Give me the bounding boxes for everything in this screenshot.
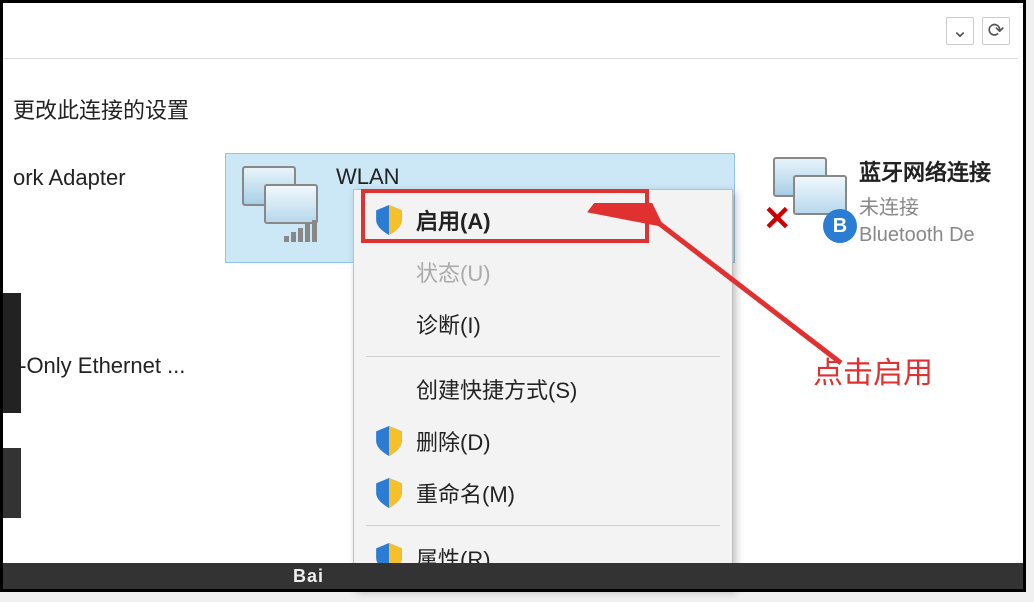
menu-item-delete[interactable]: 删除(D) <box>354 415 732 467</box>
taskbar: Bai <box>3 563 1023 589</box>
adapter-name: t-Only Ethernet ... <box>13 353 185 379</box>
page-subtitle: 更改此连接的设置 <box>13 93 189 125</box>
adapter-name: WLAN <box>336 164 400 190</box>
wifi-signal-icon <box>284 220 317 242</box>
menu-item-label: 状态(U) <box>416 256 491 288</box>
bluetooth-adapter-icon: ✕ B <box>763 155 859 245</box>
window-frame: ⌄ ⟳ 更改此连接的设置 ork Adapter t-Only Ethernet… <box>0 0 1026 592</box>
taskbar-text: Bai <box>293 566 324 587</box>
background-strip <box>3 448 21 518</box>
menu-item-label: 创建快捷方式(S) <box>416 373 577 405</box>
menu-item-diagnose[interactable]: 诊断(I) <box>354 298 732 350</box>
menu-item-label: 诊断(I) <box>416 308 481 340</box>
context-menu: 启用(A) 状态(U) 诊断(I) 创建快捷方式(S) 删除(D) 重命名(M) <box>353 189 733 589</box>
menu-item-rename[interactable]: 重命名(M) <box>354 467 732 519</box>
background-strip <box>3 293 21 413</box>
network-adapter-icon <box>236 162 328 246</box>
menu-item-enable[interactable]: 启用(A) <box>354 194 732 246</box>
adapter-item-ork[interactable]: ork Adapter <box>13 165 126 191</box>
adapter-device: Bluetooth De <box>859 224 991 247</box>
adapter-status: 未连接 <box>859 191 991 220</box>
annotation-text: 点击启用 <box>813 348 933 392</box>
menu-item-status: 状态(U) <box>354 246 732 298</box>
menu-item-shortcut[interactable]: 创建快捷方式(S) <box>354 363 732 415</box>
shield-icon <box>376 426 402 456</box>
adapter-name: ork Adapter <box>13 165 126 191</box>
disconnected-x-icon: ✕ <box>763 199 792 239</box>
menu-item-label: 重命名(M) <box>416 477 515 509</box>
shield-icon <box>376 478 402 508</box>
menu-separator <box>366 356 720 357</box>
menu-separator <box>366 525 720 526</box>
adapter-item-bluetooth[interactable]: ✕ B 蓝牙网络连接 未连接 Bluetooth De <box>763 155 991 247</box>
refresh-button[interactable]: ⟳ <box>982 17 1010 45</box>
adapter-name: 蓝牙网络连接 <box>859 155 991 187</box>
chevron-down-icon: ⌄ <box>952 18 969 43</box>
toolbar: ⌄ ⟳ <box>3 3 1018 59</box>
menu-item-label: 启用(A) <box>416 204 491 236</box>
adapter-item-host[interactable]: t-Only Ethernet ... <box>13 353 185 379</box>
bluetooth-icon: B <box>823 209 857 243</box>
shield-icon <box>376 205 402 235</box>
refresh-icon: ⟳ <box>988 18 1005 43</box>
menu-item-label: 删除(D) <box>416 425 491 457</box>
dropdown-button[interactable]: ⌄ <box>946 17 974 45</box>
